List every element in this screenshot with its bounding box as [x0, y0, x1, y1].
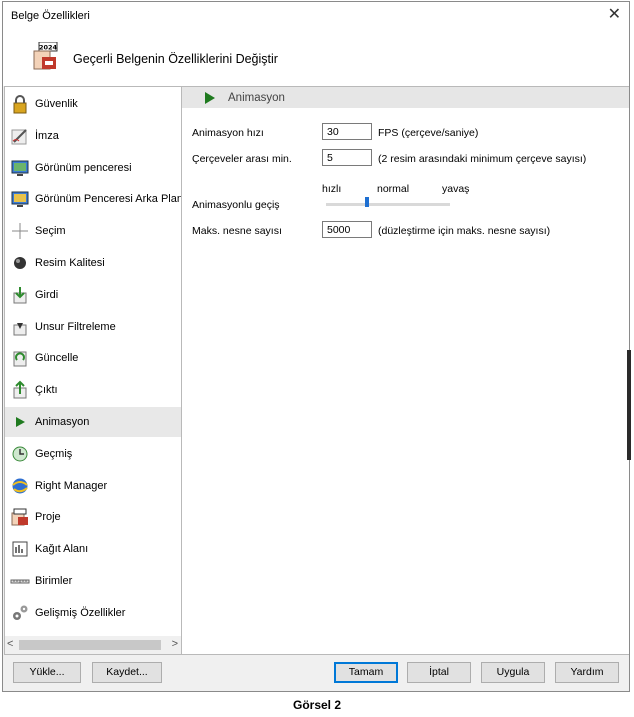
scroll-left-icon[interactable]: <	[7, 638, 13, 650]
nav-item-label: Girdi	[35, 288, 59, 301]
properties-dialog: Belge Özellikleri ✕ 2024 Geçerli Belgeni…	[2, 1, 630, 692]
slider-slow-label: yavaş	[442, 183, 470, 195]
horizontal-scrollbar[interactable]: < >	[5, 636, 181, 654]
max-objects-input[interactable]: 5000	[322, 221, 372, 238]
min-frames-label: Çerçeveler arası min.	[192, 153, 292, 165]
nav-item-label: Unsur Filtreleme	[35, 320, 116, 333]
nav-item-label: Çıktı	[35, 384, 58, 397]
nav-item-8[interactable]: Unsur Filtreleme	[5, 312, 181, 342]
scrollbar-thumb[interactable]	[19, 640, 161, 650]
globe-icon	[12, 478, 28, 494]
document-properties-icon: 2024	[33, 42, 58, 70]
play-icon	[205, 92, 215, 104]
fps-hint: FPS (çerçeve/saniye)	[378, 127, 479, 139]
title-bar: Belge Özellikleri ✕	[3, 2, 629, 30]
view-window-icon	[11, 160, 29, 176]
figure-caption: Görsel 2	[292, 698, 342, 712]
nav-item-12[interactable]: Geçmiş	[5, 439, 181, 469]
section-title: Animasyon	[228, 92, 285, 104]
nav-item-label: Kağıt Alanı	[35, 543, 89, 556]
ruler-icon	[10, 579, 30, 584]
nav-item-4[interactable]: Görünüm Penceresi Arka Planı	[5, 184, 181, 214]
nav-item-6[interactable]: Resim Kalitesi	[5, 248, 181, 278]
slider-thumb[interactable]	[364, 197, 369, 207]
transition-speed-slider[interactable]	[326, 203, 450, 206]
category-list: Güvenlik İmza Görünüm penceresi Görünüm Pen…	[4, 86, 182, 655]
history-clock-icon	[12, 446, 28, 462]
nav-item-13[interactable]: Right Manager	[5, 471, 181, 501]
nav-item-15[interactable]: Kağıt Alanı	[5, 534, 181, 564]
nav-item-16[interactable]: Birimler	[5, 566, 181, 596]
max-objects-hint: (düzleştirme için maks. nesne sayısı)	[378, 225, 551, 237]
load-button[interactable]: Yükle...	[13, 662, 81, 683]
crosshair-icon	[12, 223, 28, 240]
window-title: Belge Özellikleri	[11, 10, 90, 22]
apply-button[interactable]: Uygula	[481, 662, 545, 683]
header-icon-text: 2024	[39, 44, 58, 52]
nav-item-17[interactable]: Gelişmiş Özellikler	[5, 598, 181, 628]
fps-input[interactable]: 30	[322, 123, 372, 140]
dialog-heading: Geçerli Belgenin Özelliklerini Değiştir	[73, 52, 278, 66]
nav-item-label: Görünüm Penceresi Arka Planı	[35, 193, 182, 206]
paper-space-icon	[12, 541, 28, 557]
nav-item-2[interactable]: İmza	[5, 121, 181, 151]
signature-pen-icon	[11, 129, 27, 145]
refresh-icon	[13, 351, 27, 367]
help-button[interactable]: Yardım	[555, 662, 619, 683]
nav-item-label: Güvenlik	[35, 98, 78, 110]
padlock-icon	[13, 95, 27, 114]
settings-panel: Animasyon Animasyon hızı 30 FPS (çerçeve…	[182, 86, 629, 655]
nav-item-label: Birimler	[35, 575, 73, 587]
nav-item-label: Right Manager	[35, 479, 108, 492]
save-button[interactable]: Kaydet...	[92, 662, 162, 683]
fps-label: Animasyon hızı	[192, 127, 264, 139]
ok-button[interactable]: Tamam	[334, 662, 398, 683]
nav-item-label: Görünüm penceresi	[35, 161, 132, 174]
cancel-button[interactable]: İptal	[407, 662, 471, 683]
min-frames-hint: (2 resim arasındaki minimum çerçeve sayı…	[378, 153, 587, 165]
nav-item-10[interactable]: Çıktı	[5, 375, 181, 405]
export-arrow-icon	[13, 380, 27, 399]
import-arrow-icon	[13, 286, 27, 304]
scroll-right-icon[interactable]: >	[172, 638, 178, 650]
gears-icon	[13, 605, 28, 620]
nav-item-label: Seçim	[35, 225, 66, 238]
nav-item-label: Resim Kalitesi	[35, 257, 105, 269]
lens-icon	[14, 257, 26, 269]
nav-item-label: Güncelle	[35, 352, 79, 365]
play-icon	[16, 417, 25, 427]
project-icon	[11, 508, 28, 526]
nav-item-label: Geçmiş	[35, 447, 73, 460]
section-header: Animasyon	[182, 87, 629, 108]
dialog-header: 2024 Geçerli Belgenin Özelliklerini Deği…	[3, 30, 629, 86]
nav-item-5[interactable]: Seçim	[5, 216, 181, 246]
filter-icon	[13, 322, 27, 336]
nav-item-label: Animasyon	[35, 416, 90, 428]
nav-item-label: Proje	[35, 511, 61, 524]
nav-item-7[interactable]: Girdi	[5, 280, 181, 310]
nav-item-label: Gelişmiş Özellikler	[35, 606, 126, 619]
slider-fast-label: hızlı	[322, 183, 342, 195]
background-window-edge	[627, 350, 631, 460]
nav-item-9[interactable]: Güncelle	[5, 343, 181, 373]
transition-label: Animasyonlu geçiş	[192, 199, 280, 211]
min-frames-input[interactable]: 5	[322, 149, 372, 166]
nav-item-14[interactable]: Proje	[5, 502, 181, 532]
nav-item-label: İmza	[35, 129, 59, 142]
close-icon[interactable]: ✕	[608, 6, 621, 24]
nav-item-11[interactable]: Animasyon	[5, 407, 181, 437]
nav-item-3[interactable]: Görünüm penceresi	[5, 153, 181, 183]
view-background-icon	[11, 191, 29, 208]
nav-item-1[interactable]: Güvenlik	[5, 89, 181, 119]
slider-normal-label: normal	[377, 183, 410, 195]
max-objects-label: Maks. nesne sayısı	[192, 225, 282, 237]
